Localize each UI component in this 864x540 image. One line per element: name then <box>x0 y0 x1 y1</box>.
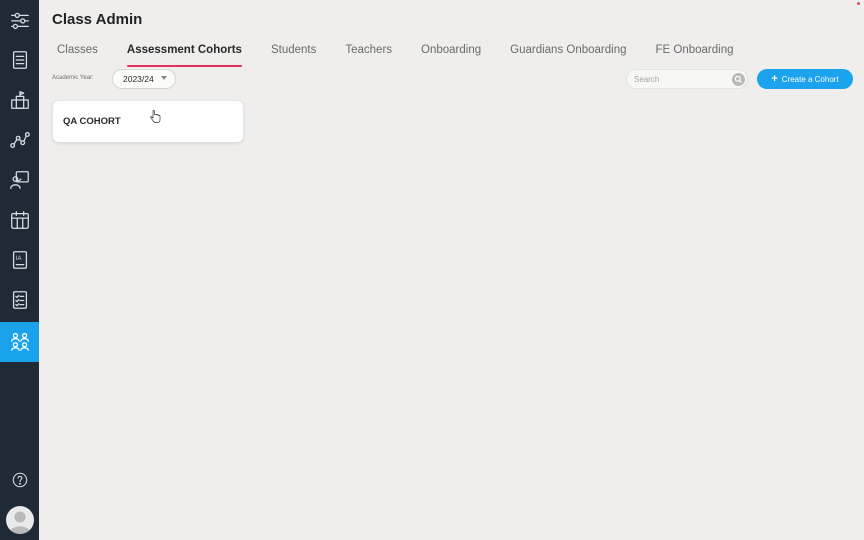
tab-students[interactable]: Students <box>271 44 316 64</box>
groups-icon <box>10 332 29 351</box>
page-title: Class Admin <box>52 11 143 28</box>
school-icon <box>10 91 29 109</box>
sidebar-item-school[interactable] <box>0 80 39 120</box>
tab-teachers[interactable]: Teachers <box>345 44 392 64</box>
search-button[interactable] <box>732 73 745 86</box>
sidebar: IA <box>0 0 39 540</box>
sidebar-item-groups[interactable] <box>0 322 39 362</box>
sidebar-item-calendar[interactable] <box>0 200 39 240</box>
close-icon[interactable] <box>857 2 860 5</box>
tab-bar: Classes Assessment Cohorts Students Teac… <box>57 44 763 67</box>
cohort-card[interactable]: QA COHORT <box>53 101 243 142</box>
list-icon <box>12 51 27 69</box>
teacher-board-icon <box>9 171 29 189</box>
calendar-icon <box>10 211 29 229</box>
checklist-icon <box>12 291 27 309</box>
create-cohort-button[interactable]: + Create a Cohort <box>757 69 853 89</box>
search-input[interactable] <box>634 74 730 84</box>
academic-year-label: Academic Year: <box>52 75 94 81</box>
sidebar-item-ia[interactable]: IA <box>0 240 39 280</box>
sidebar-item-teacher[interactable] <box>0 160 39 200</box>
sidebar-item-checklist[interactable] <box>0 280 39 320</box>
analytics-icon <box>9 132 30 148</box>
sidebar-item-sliders[interactable] <box>0 0 39 40</box>
plus-icon: + <box>771 72 778 85</box>
help-icon <box>12 472 27 488</box>
sidebar-item-analytics[interactable] <box>0 120 39 160</box>
sidebar-item-list[interactable] <box>0 40 39 80</box>
create-cohort-label: Create a Cohort <box>781 74 839 84</box>
tab-classes[interactable]: Classes <box>57 44 98 64</box>
sliders-icon <box>10 12 29 30</box>
academic-year-select[interactable]: 2023/24 <box>112 69 176 89</box>
hand-cursor-icon <box>150 110 161 123</box>
tab-onboarding[interactable]: Onboarding <box>421 44 481 64</box>
user-avatar-icon <box>9 511 31 534</box>
search-icon <box>734 75 742 83</box>
svg-text:IA: IA <box>15 256 21 262</box>
academic-year-value: 2023/24 <box>123 74 154 84</box>
help-button[interactable] <box>0 460 39 500</box>
chevron-down-icon <box>161 76 167 80</box>
search-box <box>626 69 748 89</box>
avatar[interactable] <box>6 506 34 534</box>
tab-fe-onboarding[interactable]: FE Onboarding <box>656 44 734 64</box>
cohort-name: QA COHORT <box>63 116 121 127</box>
tab-assessment-cohorts[interactable]: Assessment Cohorts <box>126 44 243 67</box>
tab-guardians-onboarding[interactable]: Guardians Onboarding <box>510 44 626 64</box>
ia-document-icon: IA <box>12 251 27 269</box>
